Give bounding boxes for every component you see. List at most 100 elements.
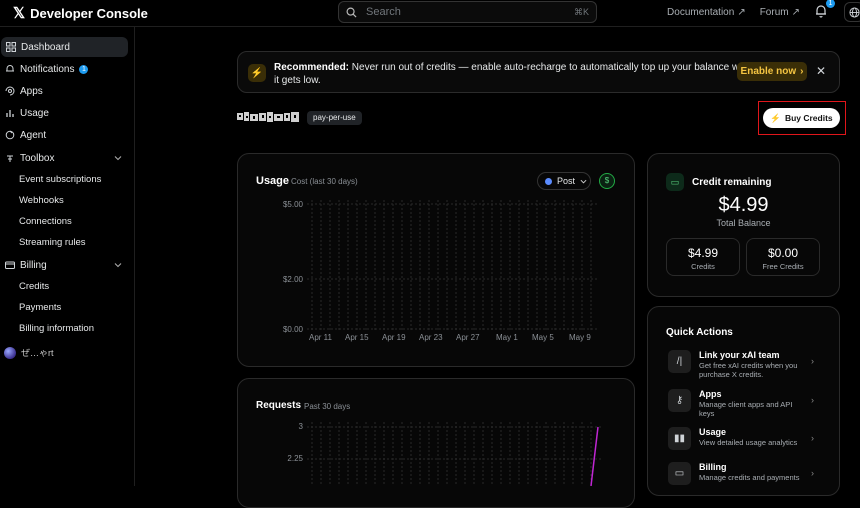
y-tick-label: $0.00 — [282, 325, 303, 334]
sidebar-item-billing-information[interactable]: Billing information — [19, 323, 94, 334]
sidebar-item-agent[interactable]: Agent — [0, 125, 46, 145]
quick-action-title: Usage — [699, 427, 727, 437]
post-filter-select[interactable]: Post — [537, 172, 591, 190]
sidebar-item-apps[interactable]: Apps — [0, 81, 43, 101]
total-balance-label: Total Balance — [716, 218, 771, 228]
chevron-right-icon: › — [811, 433, 814, 443]
x-tick-label: May 1 — [496, 333, 518, 342]
requests-series-line — [590, 426, 599, 486]
bell-icon — [6, 65, 14, 72]
credits-value: $4.99 — [687, 246, 719, 260]
top-bar: 𝕏 Developer Console Search ⌘K Documentat… — [0, 0, 860, 27]
forum-label: Forum — [759, 6, 789, 18]
sidebar-item-usage[interactable]: Usage — [0, 103, 49, 123]
quick-action-apps[interactable]: ⚷ Apps Manage client apps and API keys › — [668, 389, 828, 418]
quick-action-desc: View detailed usage analytics — [699, 438, 798, 447]
plan-badge: pay-per-use — [307, 111, 362, 125]
post-filter-label: Post — [557, 176, 576, 186]
chevron-right-icon: › — [811, 468, 814, 478]
credit-remaining-title: Credit remaining — [692, 177, 772, 188]
sidebar-group-toolbox[interactable]: Toolbox — [0, 148, 128, 168]
sidebar-item-payments[interactable]: Payments — [19, 302, 61, 313]
sidebar-item-label: Dashboard — [21, 41, 70, 53]
language-button[interactable] — [844, 2, 860, 22]
x-tick-label: May 9 — [569, 333, 591, 342]
account-name-redacted — [237, 112, 299, 122]
x-tick-label: Apr 27 — [456, 333, 480, 342]
notifications-button[interactable]: 1 — [814, 0, 835, 20]
chevron-right-icon: › — [811, 356, 814, 366]
quick-action-usage[interactable]: ▮▮ Usage View detailed usage analytics › — [668, 427, 828, 455]
chevron-down-icon — [114, 263, 122, 268]
external-link-icon: ↗ — [737, 6, 746, 18]
status-dot — [545, 177, 552, 185]
usage-title: Usage — [256, 175, 290, 187]
buy-credits-button[interactable]: ⚡ Buy Credits — [763, 108, 840, 128]
chevron-right-icon: › — [811, 395, 814, 405]
free-credits-label: Free Credits — [762, 262, 804, 271]
notification-count-badge: 1 — [79, 64, 89, 74]
sidebar-item-streaming-rules[interactable]: Streaming rules — [19, 237, 86, 248]
wallet-icon: ▭ — [666, 173, 684, 191]
quick-action-desc: Manage client apps and API keys — [699, 400, 793, 418]
sidebar-item-label: Toolbox — [20, 152, 55, 164]
chevron-down-icon — [114, 156, 122, 161]
requests-title: Requests — [256, 400, 302, 411]
free-credits-box: $0.00 Free Credits — [746, 238, 820, 276]
chevron-right-icon: › — [800, 66, 804, 77]
enable-now-label: Enable now — [740, 66, 797, 77]
search-shortcut: ⌘K — [573, 6, 589, 17]
notification-badge: 1 — [826, 0, 835, 8]
sidebar: Dashboard Notifications 1 Apps Usage Age… — [0, 27, 135, 486]
y-tick-label: $5.00 — [282, 200, 303, 209]
sidebar-item-credits[interactable]: Credits — [19, 281, 49, 292]
usage-subtitle: Cost (last 30 days) — [291, 177, 358, 186]
sidebar-item-dashboard[interactable]: Dashboard — [1, 37, 128, 57]
credits-label: Credits — [691, 262, 715, 271]
enable-now-button[interactable]: Enable now › — [737, 62, 807, 81]
quick-action-title: Billing — [699, 462, 727, 472]
sidebar-item-label: Billing — [20, 259, 47, 271]
x-tick-label: May 5 — [532, 333, 554, 342]
x-tick-label: Apr 23 — [419, 333, 443, 342]
search-icon — [346, 7, 357, 18]
sidebar-item-webhooks[interactable]: Webhooks — [19, 195, 64, 206]
forum-link[interactable]: Forum ↗ — [760, 7, 800, 18]
card-icon: ▭ — [668, 462, 691, 485]
sidebar-item-notifications[interactable]: Notifications 1 — [0, 59, 89, 79]
key-icon: ⚷ — [668, 389, 691, 412]
sidebar-item-label: Notifications — [20, 63, 75, 75]
agent-icon — [5, 130, 15, 140]
documentation-label: Documentation — [667, 6, 735, 18]
bar-chart-icon — [6, 110, 14, 117]
sidebar-item-event-subscriptions[interactable]: Event subscriptions — [19, 174, 101, 185]
documentation-link[interactable]: Documentation ↗ — [667, 7, 746, 18]
external-link-icon: ↗ — [791, 6, 800, 18]
close-icon[interactable]: ✕ — [816, 65, 826, 77]
quick-action-title: Link your xAI team — [699, 350, 780, 360]
search-input[interactable]: Search ⌘K — [338, 1, 597, 23]
free-credits-value: $0.00 — [767, 246, 799, 260]
sidebar-item-connections[interactable]: Connections — [19, 216, 72, 227]
requests-chart-grid — [307, 422, 602, 486]
requests-subtitle: Past 30 days — [304, 402, 351, 411]
credits-box: $4.99 Credits — [666, 238, 740, 276]
x-tick-label: Apr 15 — [345, 333, 369, 342]
quick-action-link-xai[interactable]: /| Link your xAI team Get free xAI credi… — [668, 350, 828, 379]
avatar — [4, 346, 16, 359]
xai-icon: /| — [668, 350, 691, 373]
user-menu[interactable]: ぜ…ゃrt — [4, 346, 54, 359]
x-tick-label: Apr 19 — [382, 333, 406, 342]
lightning-icon: ⚡ — [248, 64, 266, 82]
user-name: ぜ…ゃrt — [21, 348, 54, 358]
quick-actions-title: Quick Actions — [666, 327, 733, 338]
toolbox-icon — [7, 155, 13, 162]
currency-toggle-button[interactable]: $ — [599, 173, 615, 189]
globe-icon — [848, 6, 860, 18]
brand[interactable]: 𝕏 Developer Console — [13, 4, 148, 22]
x-tick-label: Apr 11 — [309, 333, 332, 342]
sidebar-group-billing[interactable]: Billing — [0, 255, 128, 275]
apps-icon — [5, 86, 15, 96]
lightning-icon: ⚡ — [770, 112, 781, 123]
usage-chart-grid — [307, 200, 597, 330]
